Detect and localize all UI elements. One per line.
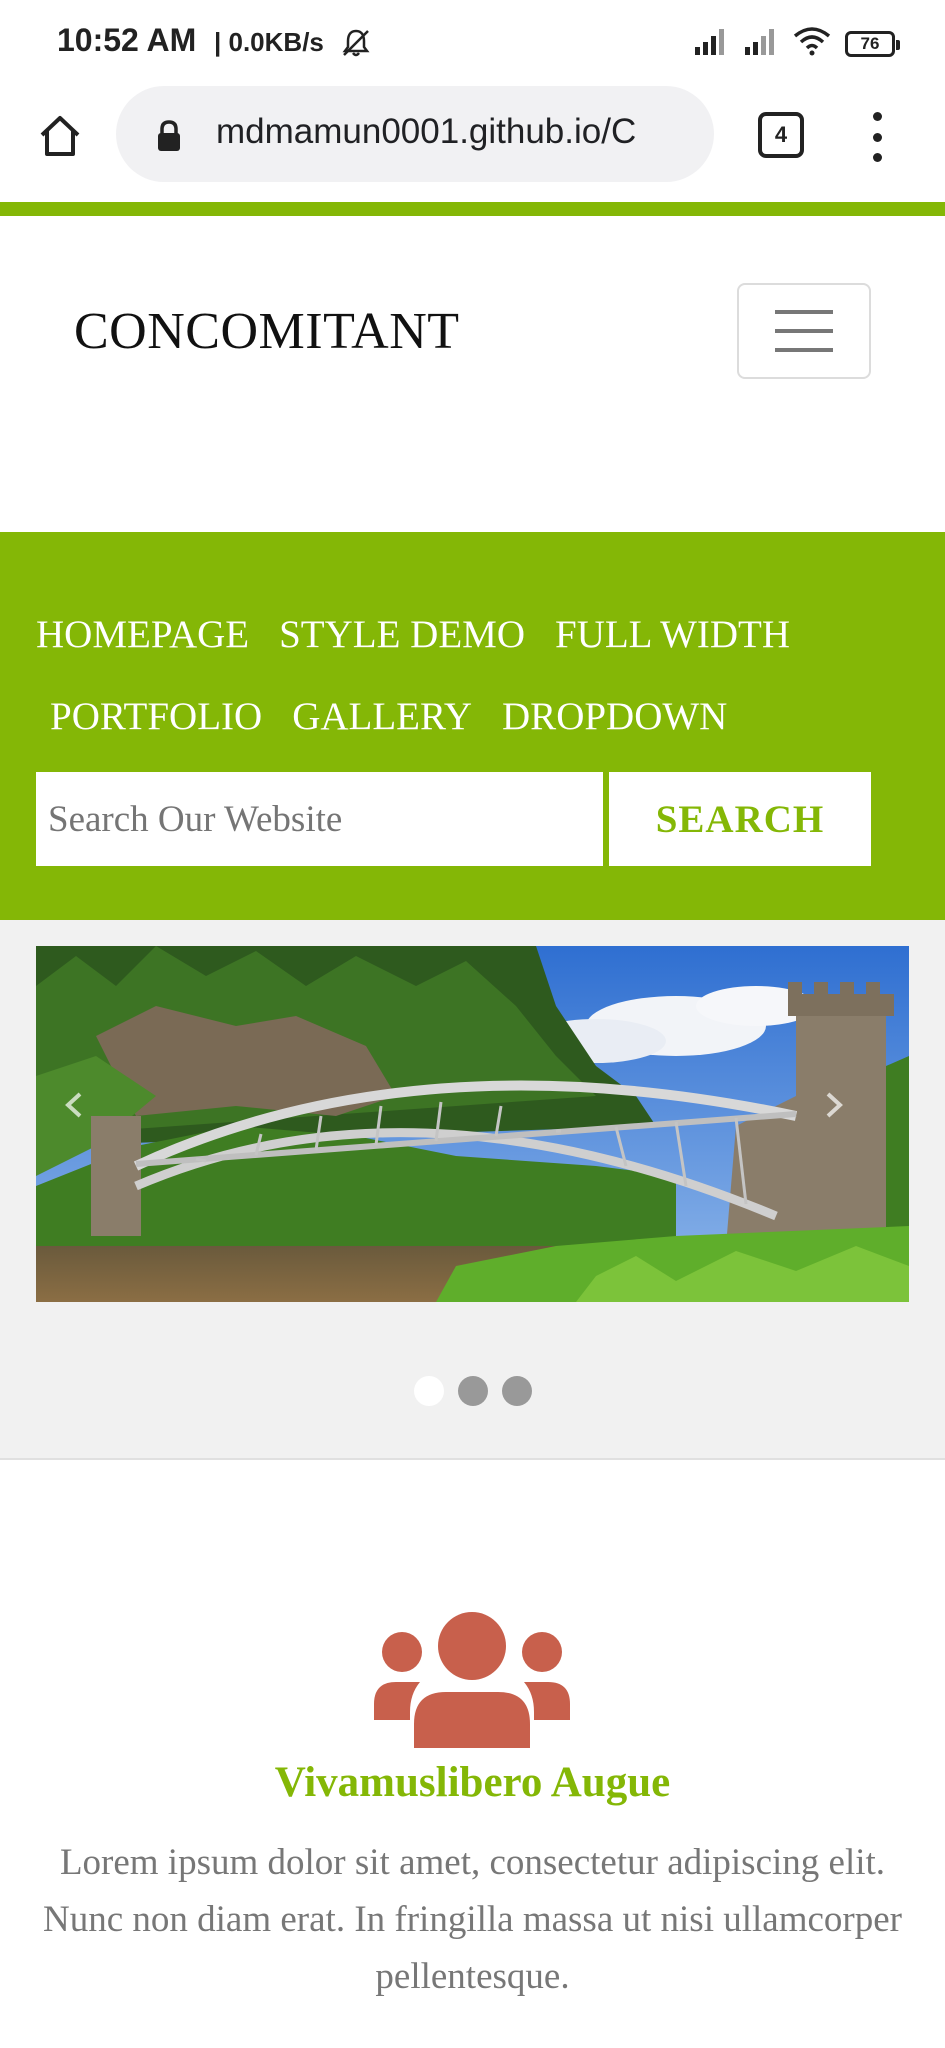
bell-muted-icon xyxy=(340,28,372,63)
status-icons: 76 xyxy=(693,26,900,61)
nav-item-dropdown[interactable]: DROPDOWN xyxy=(502,694,727,739)
nav-item-portfolio[interactable]: PORTFOLIO xyxy=(50,694,262,739)
network-speed: | 0.0KB/s xyxy=(214,27,324,57)
nav-row: HOMEPAGE STYLE DEMO FULL WIDTH xyxy=(36,612,790,657)
image-slider xyxy=(0,920,945,1460)
search-button[interactable]: SEARCH xyxy=(609,772,871,866)
browser-toolbar: mdmamun0001.github.io/C 4 xyxy=(0,84,945,202)
feature-section: Vivamuslibero Augue Lorem ipsum dolor si… xyxy=(0,1460,945,2048)
lock-icon xyxy=(156,120,182,157)
address-bar[interactable]: mdmamun0001.github.io/C xyxy=(116,86,714,182)
tab-switcher-button[interactable]: 4 xyxy=(758,112,804,158)
nav-row: PORTFOLIO GALLERY DROPDOWN xyxy=(50,694,727,739)
slider-prev-icon[interactable] xyxy=(60,1090,90,1120)
top-accent-bar xyxy=(0,202,945,216)
signal-icon xyxy=(693,27,729,60)
menu-toggle-button[interactable] xyxy=(737,283,871,379)
slider-pagination xyxy=(414,1376,532,1406)
hamburger-bar xyxy=(775,329,833,333)
url-text[interactable]: mdmamun0001.github.io/C xyxy=(216,112,696,152)
search-input[interactable] xyxy=(36,772,603,866)
status-bar: 10:52 AM | 0.0KB/s 76 xyxy=(0,0,945,84)
home-icon[interactable] xyxy=(32,108,88,164)
nav-item-gallery[interactable]: GALLERY xyxy=(292,694,472,739)
site-logo[interactable]: CONCOMITANT xyxy=(74,302,460,361)
status-time: 10:52 AM xyxy=(57,22,197,58)
nav-item-full-width[interactable]: FULL WIDTH xyxy=(555,612,790,657)
hamburger-bar xyxy=(775,310,833,314)
signal-icon-2 xyxy=(743,27,779,60)
slider-dot[interactable] xyxy=(458,1376,488,1406)
slide-image-bridge xyxy=(36,946,909,1302)
slider-next-icon[interactable] xyxy=(818,1090,848,1120)
users-icon xyxy=(374,1612,570,1757)
hamburger-bar xyxy=(775,348,833,352)
battery-icon: 76 xyxy=(845,30,900,57)
feature-description: Lorem ipsum dolor sit amet, consectetur … xyxy=(43,1842,902,1997)
site-header: CONCOMITANT xyxy=(0,216,945,532)
slider-dot[interactable] xyxy=(414,1376,444,1406)
main-navigation: HOMEPAGE STYLE DEMO FULL WIDTH PORTFOLIO… xyxy=(0,532,945,920)
slider-dot[interactable] xyxy=(502,1376,532,1406)
feature-title: Vivamuslibero Augue xyxy=(274,1759,671,1806)
more-menu-icon[interactable] xyxy=(862,112,892,162)
nav-item-homepage[interactable]: HOMEPAGE xyxy=(36,612,249,657)
wifi-icon xyxy=(793,26,831,61)
nav-item-style-demo[interactable]: STYLE DEMO xyxy=(279,612,525,657)
